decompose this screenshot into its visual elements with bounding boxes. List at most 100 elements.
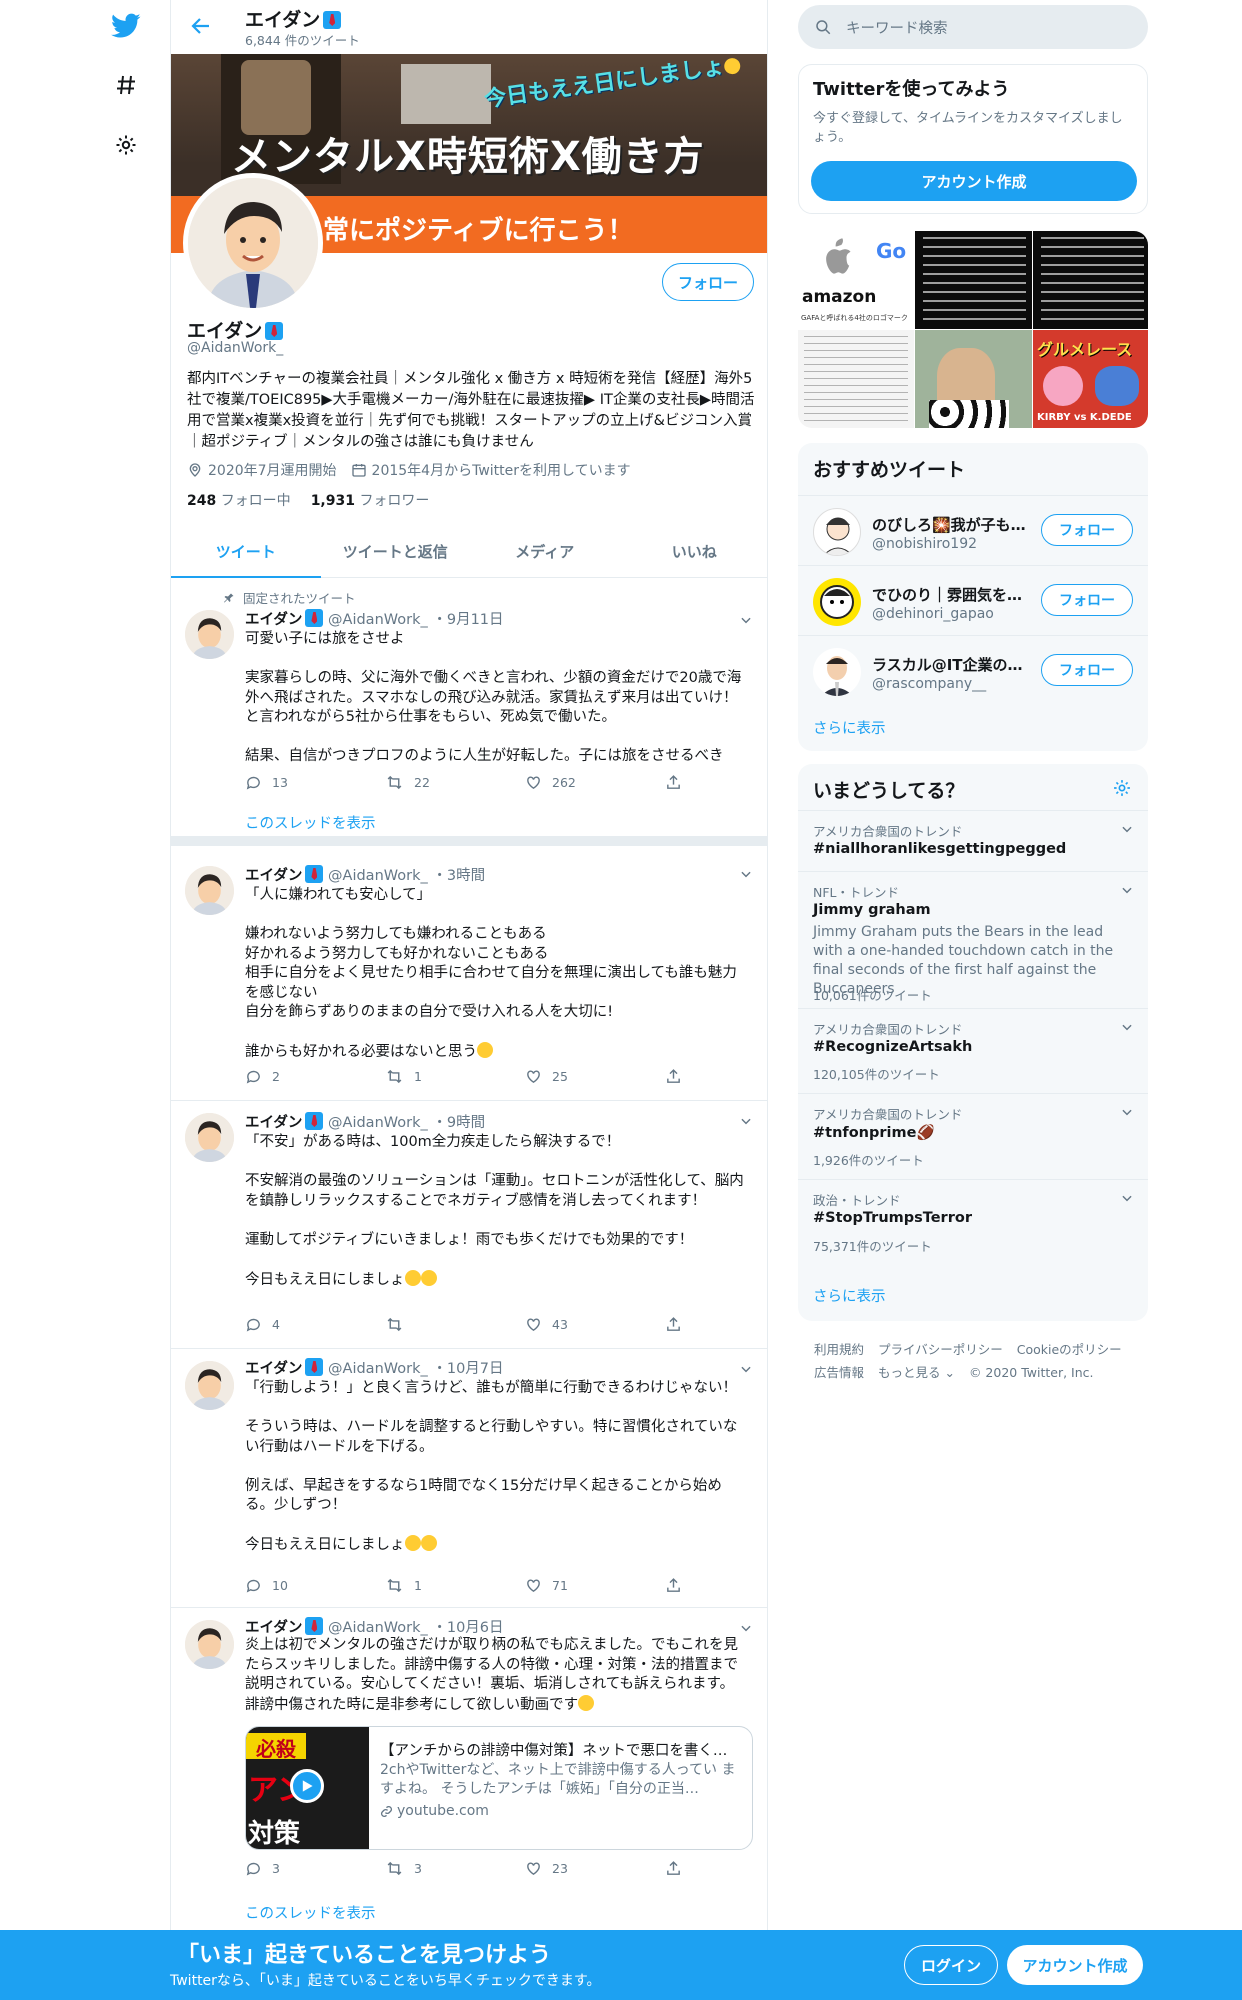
wtf-show-more[interactable]: さらに表示	[813, 717, 886, 738]
retweet-button[interactable]	[385, 1316, 525, 1333]
share-button[interactable]	[665, 774, 767, 791]
twitter-logo-icon[interactable]	[110, 10, 142, 42]
trends-settings-icon[interactable]	[1112, 778, 1132, 802]
chevron-down-icon[interactable]	[739, 866, 755, 882]
tweet-author[interactable]: エイダン @AidanWork_ ・9時間	[245, 1111, 485, 1132]
search-box[interactable]: キーワード検索	[798, 5, 1148, 49]
footer-link-ads[interactable]: 広告情報	[814, 1365, 864, 1380]
share-button[interactable]	[665, 1577, 767, 1594]
meta-joined: 2015年4月からTwitterを利用しています	[351, 460, 631, 480]
tweet-avatar[interactable]	[185, 1113, 234, 1162]
sunglasses-emoji-icon	[404, 1269, 421, 1286]
tweet-avatar[interactable]	[185, 610, 234, 659]
media-thumb-list-1[interactable]	[915, 231, 1032, 329]
reply-button[interactable]: 10	[245, 1577, 385, 1594]
retweet-icon	[387, 1069, 402, 1084]
media-thumb-list-2[interactable]	[1033, 231, 1148, 329]
wtf-user-row[interactable]: ラスカル@IT企業の… @rascompany__ フォロー	[798, 635, 1148, 705]
tweet-pinned[interactable]: 固定されたツイート エイダン @AidanWork_ ・9月11日 可愛い子には…	[171, 578, 767, 846]
media-thumb-game[interactable]: グルメレース KIRBY vs K.DEDE	[1033, 330, 1148, 428]
user-avatar[interactable]	[813, 508, 861, 556]
user-avatar[interactable]	[813, 578, 861, 626]
tweet[interactable]: エイダン @AidanWork_ ・10月7日 「行動しよう！」と良く言うけど、…	[171, 1349, 767, 1608]
like-button[interactable]: 71	[525, 1577, 665, 1594]
chevron-down-icon[interactable]	[1120, 1104, 1134, 1118]
play-icon[interactable]	[290, 1769, 324, 1803]
header-tweet-count: 6,844 件のツイート	[245, 33, 360, 48]
follow-button[interactable]: フォロー	[662, 263, 754, 301]
chevron-down-icon[interactable]	[1120, 1019, 1134, 1033]
wtf-user-row[interactable]: のびしろ🎇我が子も… @nobishiro192 フォロー	[798, 495, 1148, 565]
reply-button[interactable]: 4	[245, 1316, 385, 1333]
create-account-button[interactable]: アカウント作成	[811, 161, 1137, 201]
footer-link-terms[interactable]: 利用規約	[814, 1342, 864, 1357]
tweet-author[interactable]: エイダン @AidanWork_ ・3時間	[245, 864, 485, 885]
trend-item[interactable]: アメリカ合衆国のトレンド #RecognizeArtsakh 120,105件の…	[798, 1008, 1148, 1093]
share-button[interactable]	[665, 1316, 767, 1333]
share-button[interactable]	[665, 1860, 767, 1877]
retweet-button[interactable]: 1	[385, 1577, 525, 1594]
trends-show-more[interactable]: さらに表示	[813, 1285, 886, 1306]
heart-icon	[527, 1862, 540, 1876]
follow-button[interactable]: フォロー	[1041, 514, 1133, 546]
trend-item[interactable]: 政治・トレンド #StopTrumpsTerror 75,371件のツイート	[798, 1179, 1148, 1265]
follow-button[interactable]: フォロー	[1041, 654, 1133, 686]
tab-likes[interactable]: いいね	[620, 526, 768, 577]
user-avatar[interactable]	[813, 648, 861, 696]
profile-handle: @AidanWork_	[187, 340, 284, 356]
tweet[interactable]: エイダン @AidanWork_ ・9時間 「不安」がある時は、100m全力疾走…	[171, 1101, 767, 1349]
explore-hashtag-icon[interactable]	[110, 69, 142, 101]
reply-button[interactable]: 13	[245, 774, 385, 791]
tab-media[interactable]: メディア	[470, 526, 620, 577]
tweet[interactable]: エイダン @AidanWork_ ・3時間 「人に嫌われても安心して」 嫌われな…	[171, 846, 767, 1101]
reply-button[interactable]: 3	[245, 1860, 385, 1877]
tweet-author[interactable]: エイダン @AidanWork_ ・10月7日	[245, 1357, 504, 1378]
login-button[interactable]: ログイン	[904, 1945, 998, 1985]
tweet[interactable]: エイダン @AidanWork_ ・10月6日 炎上は初でメンタルの強さだけが取…	[171, 1608, 767, 1938]
tweet-avatar[interactable]	[185, 1361, 234, 1410]
chevron-down-icon[interactable]	[1120, 882, 1134, 896]
chevron-down-icon[interactable]	[739, 612, 755, 628]
signup-button[interactable]: アカウント作成	[1007, 1945, 1143, 1985]
show-thread-link[interactable]: このスレッドを表示	[245, 812, 376, 833]
retweet-button[interactable]: 22	[385, 774, 525, 791]
media-thumb-doc[interactable]	[798, 330, 914, 428]
footer-link-more[interactable]: もっと見る ⌄	[878, 1365, 955, 1380]
share-button[interactable]	[665, 1068, 767, 1085]
follow-button[interactable]: フォロー	[1041, 584, 1133, 616]
link-card[interactable]: 必殺 アン 対策 【アンチからの誹謗中傷対策】ネットで悪口を書く… 2chやTw…	[245, 1726, 753, 1850]
tab-tweets-replies[interactable]: ツイートと返信	[321, 526, 471, 577]
tab-tweets[interactable]: ツイート	[171, 526, 321, 578]
like-button[interactable]: 25	[525, 1068, 665, 1085]
media-thumb-photo[interactable]	[915, 330, 1032, 428]
chevron-down-icon[interactable]	[1120, 1190, 1134, 1204]
tweet-author[interactable]: エイダン @AidanWork_ ・9月11日	[245, 608, 504, 629]
media-thumb-gafa[interactable]: amazon GAFAと呼ばれる4社のロゴマーク Go	[798, 231, 914, 329]
profile-avatar[interactable]	[183, 173, 323, 313]
chevron-down-icon[interactable]	[739, 1113, 755, 1129]
show-thread-link[interactable]: このスレッドを表示	[245, 1902, 376, 1923]
back-arrow-icon[interactable]	[189, 14, 215, 40]
retweet-button[interactable]: 3	[385, 1860, 525, 1877]
footer-link-privacy[interactable]: プライバシーポリシー	[878, 1342, 1003, 1357]
followers-stat[interactable]: 1,931 フォロワー	[311, 490, 430, 510]
chevron-down-icon[interactable]	[1120, 821, 1134, 835]
chevron-down-icon[interactable]	[739, 1620, 755, 1636]
like-button[interactable]: 23	[525, 1860, 665, 1877]
like-button[interactable]: 43	[525, 1316, 665, 1333]
trend-item[interactable]: アメリカ合衆国のトレンド #niallhoranlikesgettingpegg…	[798, 810, 1148, 871]
settings-gear-icon[interactable]	[110, 129, 142, 161]
right-sidebar: キーワード検索 Twitterを使ってみよう 今すぐ登録して、タイムラインをカス…	[798, 0, 1150, 1900]
tweet-avatar[interactable]	[185, 1620, 234, 1669]
chevron-down-icon[interactable]	[739, 1361, 755, 1377]
tweet-author[interactable]: エイダン @AidanWork_ ・10月6日	[245, 1616, 504, 1637]
wtf-user-row[interactable]: でひのり｜雰囲気を… @dehinori_gapao フォロー	[798, 565, 1148, 635]
trend-item[interactable]: NFL・トレンド Jimmy graham Jimmy Graham puts …	[798, 871, 1148, 1008]
tweet-avatar[interactable]	[185, 866, 234, 915]
following-stat[interactable]: 248 フォロー中	[187, 490, 291, 510]
trend-item[interactable]: アメリカ合衆国のトレンド #tnfonprime🏈 1,926件のツイート	[798, 1093, 1148, 1179]
retweet-button[interactable]: 1	[385, 1068, 525, 1085]
like-button[interactable]: 262	[525, 774, 665, 791]
reply-button[interactable]: 2	[245, 1068, 385, 1085]
footer-link-cookies[interactable]: Cookieのポリシー	[1017, 1342, 1122, 1357]
